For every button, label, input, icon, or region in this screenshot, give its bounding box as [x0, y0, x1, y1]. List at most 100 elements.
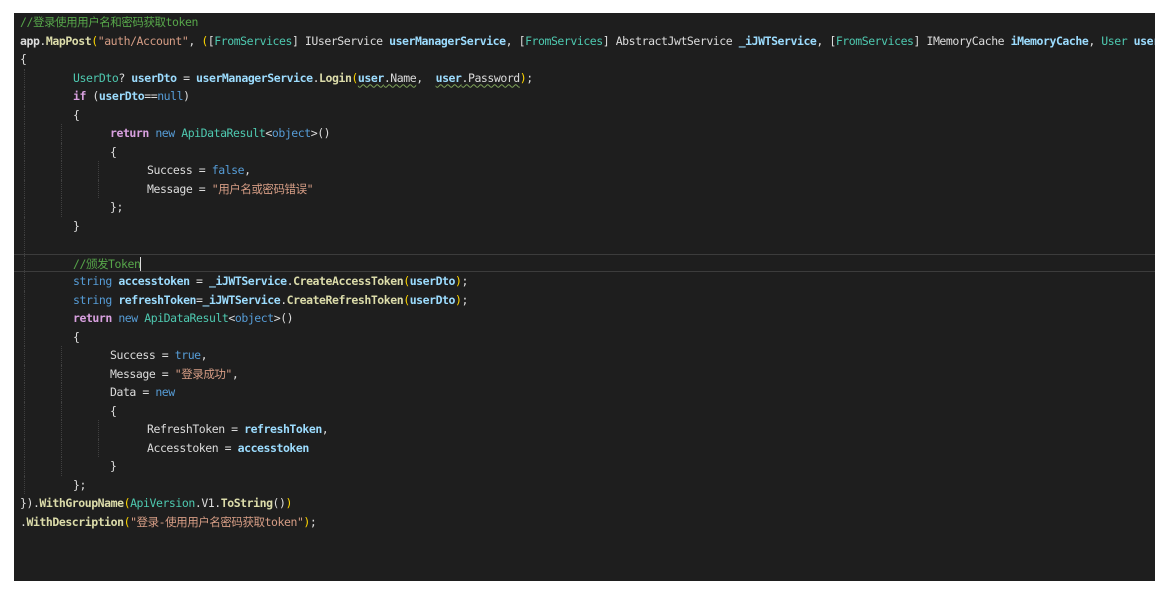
code-line[interactable]: {: [14, 142, 1155, 161]
code-text: ,: [200, 348, 208, 362]
code-identifier: userDto: [409, 292, 456, 307]
code-line[interactable]: RefreshToken = refreshToken,: [14, 420, 1155, 439]
indent-guide: [24, 475, 25, 494]
code-text: };: [110, 200, 123, 214]
code-line[interactable]: }: [14, 457, 1155, 476]
code-method-name: MapPost: [45, 33, 92, 48]
indent-guide: [61, 457, 62, 476]
code-line[interactable]: .WithDescription("登录-使用用户名密码获取token");: [14, 513, 1155, 532]
code-editor[interactable]: //登录使用用户名和密码获取token app.MapPost("auth/Acc…: [14, 13, 1155, 581]
code-identifier: accesstoken: [237, 440, 310, 455]
indent-guide: [24, 401, 25, 420]
indent-guide: [24, 364, 25, 383]
code-line[interactable]: return new ApiDataResult<object>(): [14, 309, 1155, 328]
code-line[interactable]: Message = "登录成功",: [14, 364, 1155, 383]
code-line[interactable]: Success = false,: [14, 161, 1155, 180]
code-line[interactable]: };: [14, 198, 1155, 217]
indent-guide: [24, 420, 25, 439]
code-line[interactable]: string refreshToken=_iJWTService.CreateR…: [14, 290, 1155, 309]
indent-guide: [98, 438, 99, 457]
code-line[interactable]: Accesstoken = accesstoken: [14, 438, 1155, 457]
code-line-content: };: [14, 200, 123, 214]
indent-guide: [98, 179, 99, 198]
code-text: Message =: [147, 181, 212, 196]
code-line[interactable]: {: [14, 401, 1155, 420]
code-text: V1: [201, 496, 215, 510]
code-text: {: [73, 329, 80, 344]
code-line[interactable]: app.MapPost("auth/Account", ([FromServic…: [14, 32, 1155, 51]
code-line[interactable]: string accesstoken = _iJWTService.Create…: [14, 272, 1155, 291]
code-identifier: refreshToken: [244, 422, 322, 436]
code-text: ;: [526, 70, 533, 85]
code-line-content: //颁发Token: [14, 256, 142, 271]
code-method-name: WithDescription: [26, 514, 124, 529]
code-text: };: [73, 477, 86, 492]
code-line[interactable]: {: [14, 105, 1155, 124]
code-text: Success =: [110, 348, 175, 362]
code-identifier: userDto: [131, 70, 177, 85]
code-line-content: //登录使用用户名和密码获取token: [14, 15, 198, 29]
code-comment: //颁发Token: [73, 256, 141, 271]
code-text: ,: [416, 70, 436, 85]
code-comment: //登录使用用户名和密码获取token: [20, 15, 198, 29]
code-line-content: UserDto? userDto = userManagerService.Lo…: [14, 71, 533, 85]
code-text: (: [85, 89, 99, 103]
code-control-keyword: return: [110, 126, 149, 140]
code-text: ,: [231, 366, 239, 381]
code-line-current[interactable]: //颁发Token: [14, 253, 1155, 272]
code-line-content: {: [14, 52, 27, 66]
code-identifier: app: [20, 33, 40, 48]
code-line[interactable]: {: [14, 327, 1155, 346]
indent-guide: [61, 142, 62, 161]
code-text: ): [183, 89, 190, 103]
code-line[interactable]: //登录使用用户名和密码获取token: [14, 13, 1155, 32]
code-text: IUserService: [304, 33, 390, 48]
indent-guide: [24, 105, 25, 124]
code-line-content: }).WithGroupName(ApiVersion.V1.ToString(…: [14, 496, 292, 510]
code-line[interactable]: }: [14, 216, 1155, 235]
code-line[interactable]: }).WithGroupName(ApiVersion.V1.ToString(…: [14, 494, 1155, 513]
code-line[interactable]: {: [14, 50, 1155, 69]
code-line[interactable]: Message = "用户名或密码错误": [14, 179, 1155, 198]
code-line-content: Success = true,: [14, 348, 208, 362]
code-line[interactable]: };: [14, 475, 1155, 494]
code-text: ==: [144, 89, 158, 103]
code-text: }).: [20, 496, 40, 510]
code-method-name: ToString: [220, 496, 273, 510]
code-control-keyword: if: [73, 89, 86, 103]
code-identifier: userDto: [409, 274, 456, 288]
indent-guide: [24, 254, 25, 271]
code-type-name: User: [1101, 33, 1134, 48]
code-method-name: CreateAccessToken: [293, 274, 404, 288]
code-line[interactable]: if (userDto==null): [14, 87, 1155, 106]
code-line[interactable]: UserDto? userDto = userManagerService.Lo…: [14, 68, 1155, 87]
code-type-name: FromServices: [835, 33, 914, 48]
code-keyword: false: [211, 163, 245, 177]
code-line[interactable]: Success = true,: [14, 346, 1155, 365]
indent-guide: [24, 87, 25, 106]
code-text: ?: [118, 70, 132, 85]
indent-guide: [24, 124, 25, 143]
code-keyword: new: [118, 311, 138, 325]
code-line[interactable]: Data = new: [14, 383, 1155, 402]
indent-guide: [61, 401, 62, 420]
code-line[interactable]: [14, 235, 1155, 254]
code-text: ,: [816, 33, 830, 48]
indent-guide: [61, 161, 62, 180]
code-text: }: [110, 459, 117, 473]
code-line[interactable]: return new ApiDataResult<object>(): [14, 124, 1155, 143]
code-text: {: [20, 52, 27, 66]
code-text: =: [176, 70, 197, 85]
indent-guide: [61, 124, 62, 143]
code-method-name: Login: [319, 70, 352, 85]
code-line-content: Message = "登录成功",: [14, 366, 239, 381]
code-type-name: ApiVersion: [130, 496, 195, 510]
code-identifier: userManagerService: [196, 70, 313, 85]
code-line-content: Data = new: [14, 385, 175, 399]
code-line-content: Success = false,: [14, 163, 251, 177]
code-control-keyword: return: [73, 311, 112, 325]
code-keyword: new: [155, 385, 175, 399]
code-line-content: return new ApiDataResult<object>(): [14, 311, 294, 325]
code-keyword: true: [174, 348, 201, 362]
code-text: Message =: [110, 366, 175, 381]
